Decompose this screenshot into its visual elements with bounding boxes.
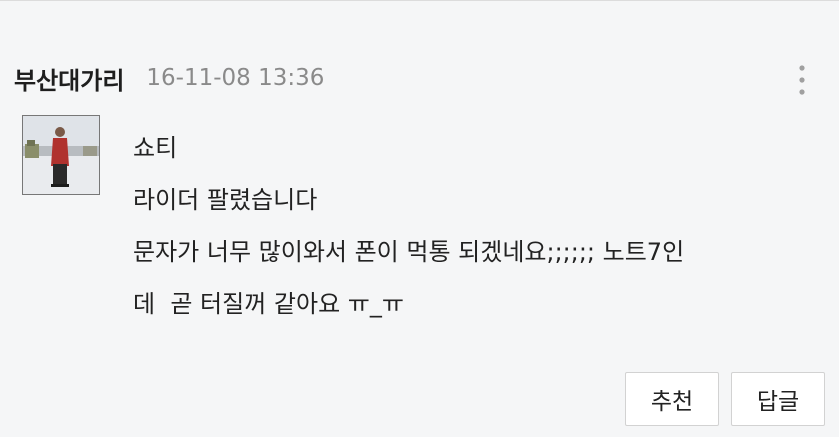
author-name[interactable]: 부산대가리 <box>14 61 124 96</box>
avatar[interactable] <box>22 115 100 195</box>
avatar-image <box>23 116 99 194</box>
comment-line-2: 라이더 팔렸습니다 <box>133 186 318 214</box>
comment-line-1: 쇼티 <box>133 134 178 162</box>
comment-header: 부산대가리 16-11-08 13:36 <box>14 58 324 98</box>
comment-line-3: 문자가 너무 많이와서 폰이 먹통 되겠네요;;;;;; 노트7인 <box>133 238 685 266</box>
comment-line-4: 데 곧 터질꺼 같아요 ㅠ_ㅠ <box>133 290 404 318</box>
comment-actions: 추천 답글 <box>625 372 825 426</box>
comment-date: 16-11-08 13:36 <box>146 65 325 91</box>
comment-body: 쇼티 라이더 팔렸습니다 문자가 너무 많이와서 폰이 먹통 되겠네요;;;;;… <box>133 122 813 330</box>
more-vertical-icon <box>799 65 805 95</box>
reply-button[interactable]: 답글 <box>731 372 825 426</box>
comment-item: 부산대가리 16-11-08 13:36 쇼티 라이더 팔렸습니다 문자가 너무… <box>0 0 839 437</box>
recommend-button[interactable]: 추천 <box>625 372 719 426</box>
more-options-button[interactable] <box>790 60 814 98</box>
